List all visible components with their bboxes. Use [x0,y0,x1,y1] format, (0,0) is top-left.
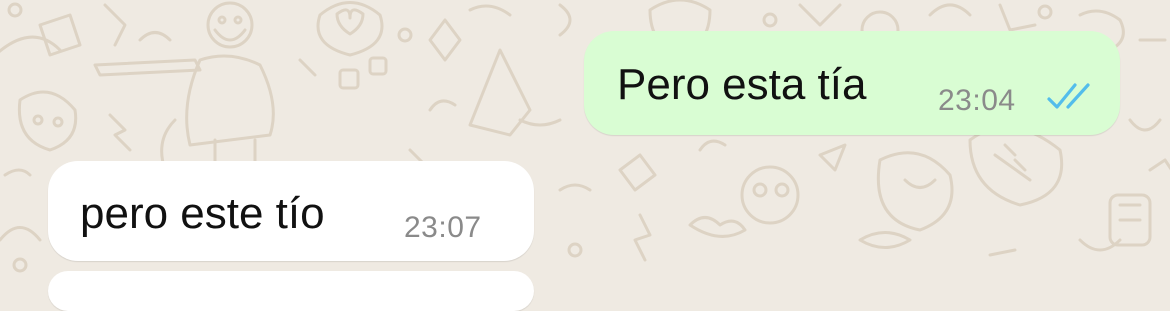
incoming-message-bubble[interactable]: pero este tío 23:07 [48,161,534,261]
message-text: pero este tío [80,189,325,238]
outgoing-message-bubble[interactable]: Pero esta tía 23:04 [584,31,1120,135]
incoming-message-bubble-partial[interactable] [48,271,534,311]
double-check-read-icon [1047,83,1090,109]
message-timestamp: 23:07 [404,211,482,244]
message-timestamp: 23:04 [938,84,1016,117]
message-text: Pero esta tía [617,60,867,109]
